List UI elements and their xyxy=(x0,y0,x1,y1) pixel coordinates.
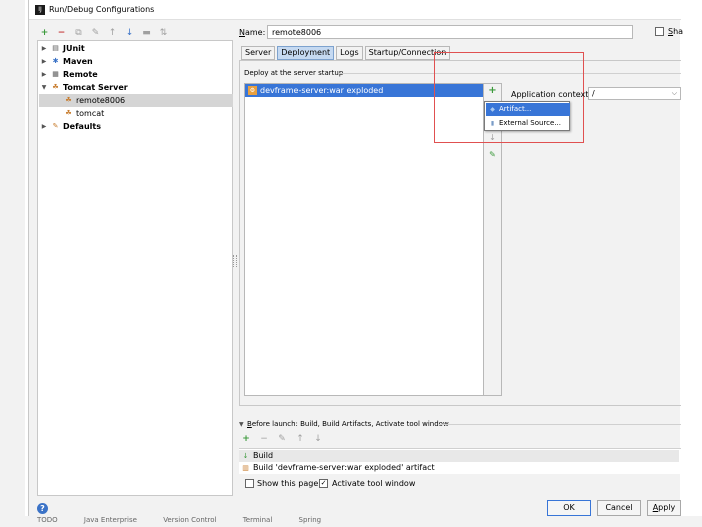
activate-tool-window-checkbox[interactable]: ✓ xyxy=(319,479,328,488)
add-deploy-popup: ◆ Artifact... ▮ External Source... xyxy=(484,101,570,131)
tree-item-label: remote8006 xyxy=(76,96,126,105)
apply-button[interactable]: Apply xyxy=(647,500,681,516)
sort-icon[interactable]: ⇅ xyxy=(158,28,169,38)
tree-item-label: JUnit xyxy=(63,44,85,53)
move-up-icon[interactable]: ↑ xyxy=(107,28,118,38)
tomcat-icon: ☘ xyxy=(65,109,72,117)
ide-background-strip xyxy=(0,0,25,527)
tree-item-tomcat[interactable]: ☘ tomcat xyxy=(64,107,104,120)
before-launch-item-build[interactable]: ↓ Build xyxy=(239,450,679,462)
ide-tab-terminal[interactable]: Terminal xyxy=(243,516,273,524)
tree-item-label: Defaults xyxy=(63,122,101,131)
panel-splitter[interactable] xyxy=(233,255,237,267)
move-down-icon[interactable]: ↓ xyxy=(124,28,135,38)
name-input[interactable] xyxy=(267,25,633,39)
intellij-icon: IJ xyxy=(35,5,45,15)
artifact-diamond-icon: ◆ xyxy=(490,106,495,113)
run-debug-dialog: IJ Run/Debug Configurations + − ⧉ ✎ ↑ ↓ … xyxy=(28,0,683,516)
ide-tab-version-control[interactable]: Version Control xyxy=(163,516,216,524)
share-checkbox[interactable] xyxy=(655,27,664,36)
help-icon[interactable]: ? xyxy=(37,503,48,514)
folder-icon[interactable]: ▬ xyxy=(141,28,152,38)
copy-config-icon[interactable]: ⧉ xyxy=(73,28,84,38)
tab-logs[interactable]: Logs xyxy=(336,46,363,60)
ide-bottom-toolbar: TODO Java Enterprise Version Control Ter… xyxy=(25,516,702,527)
edit-defaults-icon[interactable]: ✎ xyxy=(90,28,101,38)
artifact-build-icon: ▥ xyxy=(242,463,249,472)
tree-item-defaults[interactable]: ▶ ✎ Defaults xyxy=(40,120,101,133)
tab-server[interactable]: Server xyxy=(241,46,276,60)
tab-startup-connection[interactable]: Startup/Connection xyxy=(364,46,451,60)
application-context-select[interactable]: / ⌵ xyxy=(588,87,681,100)
title-bar[interactable]: IJ Run/Debug Configurations xyxy=(29,0,681,20)
chevron-down-icon: ⌵ xyxy=(671,89,677,97)
before-launch-list[interactable]: ↓ Build ▥ Build 'devframe-server:war exp… xyxy=(239,448,681,474)
build-icon: ↓ xyxy=(242,451,249,460)
ide-tab-java-enterprise[interactable]: Java Enterprise xyxy=(84,516,137,524)
activate-tool-window-label[interactable]: Activate tool window xyxy=(332,479,415,488)
deploy-item-artifact[interactable]: ⚙ devframe-server:war exploded xyxy=(245,84,483,97)
edit-task-icon[interactable]: ✎ xyxy=(277,434,287,444)
expand-arrow-icon[interactable]: ▶ xyxy=(40,68,48,81)
config-toolbar: + − ⧉ ✎ ↑ ↓ ▬ ⇅ xyxy=(39,26,169,40)
deploy-list[interactable]: ⚙ devframe-server:war exploded xyxy=(244,83,484,396)
tree-item-remote8006[interactable]: ☘ remote8006 xyxy=(39,94,233,107)
move-down-deploy-icon[interactable]: ↓ xyxy=(484,133,501,142)
tomcat-icon: ☘ xyxy=(52,83,59,91)
artifact-icon: ⚙ xyxy=(248,86,257,95)
before-launch-item-build-artifact[interactable]: ▥ Build 'devframe-server:war exploded' a… xyxy=(241,462,434,474)
window-title: Run/Debug Configurations xyxy=(49,5,155,14)
tree-item-label: Remote xyxy=(63,70,98,79)
deploy-item-label: devframe-server:war exploded xyxy=(260,86,384,95)
show-page-label[interactable]: Show this page xyxy=(257,479,318,488)
ide-tab-todo[interactable]: TODO xyxy=(37,516,58,524)
move-down-task-icon[interactable]: ↓ xyxy=(313,434,323,444)
remove-task-icon[interactable]: − xyxy=(259,434,269,444)
maven-icon: ✱ xyxy=(52,57,59,65)
external-source-icon: ▮ xyxy=(490,120,495,127)
tree-item-maven[interactable]: ▶ ✱ Maven xyxy=(40,55,93,68)
collapse-arrow-icon[interactable]: ▼ xyxy=(40,81,48,94)
edit-deploy-icon[interactable]: ✎ xyxy=(484,150,501,159)
move-up-task-icon[interactable]: ↑ xyxy=(295,434,305,444)
tomcat-icon: ☘ xyxy=(65,96,72,104)
section-divider xyxy=(439,424,681,425)
popup-item-external-source[interactable]: ▮ External Source... xyxy=(486,117,570,130)
remote-icon: ▦ xyxy=(52,70,59,78)
add-config-icon[interactable]: + xyxy=(39,28,50,38)
collapse-arrow-icon[interactable]: ▼ xyxy=(239,421,244,428)
tab-deployment[interactable]: Deployment xyxy=(277,46,335,60)
before-launch-toolbar: + − ✎ ↑ ↓ xyxy=(241,434,323,444)
section-divider xyxy=(339,73,681,74)
application-context-label: Application context: xyxy=(511,90,592,99)
tree-item-label: Maven xyxy=(63,57,93,66)
expand-arrow-icon[interactable]: ▶ xyxy=(40,42,48,55)
expand-arrow-icon[interactable]: ▶ xyxy=(40,120,48,133)
add-task-icon[interactable]: + xyxy=(241,434,251,444)
name-label: Name: xyxy=(239,28,266,37)
show-page-checkbox[interactable] xyxy=(245,479,254,488)
tree-item-junit[interactable]: ▶ ▤ JUnit xyxy=(40,42,85,55)
config-tabs: Server Deployment Logs Startup/Connectio… xyxy=(241,46,451,60)
deploy-section-label: Deploy at the server startup xyxy=(244,69,344,77)
config-tree[interactable]: ▶ ▤ JUnit ▶ ✱ Maven ▶ ▦ Remote ▼ ☘ Tomca… xyxy=(37,40,233,496)
tree-item-label: Tomcat Server xyxy=(63,83,128,92)
add-deploy-icon[interactable]: + xyxy=(484,85,501,96)
junit-icon: ▤ xyxy=(52,44,59,52)
share-label[interactable]: Sha xyxy=(668,27,683,36)
cancel-button[interactable]: Cancel xyxy=(597,500,641,516)
tree-item-label: tomcat xyxy=(76,109,105,118)
ok-button[interactable]: OK xyxy=(547,500,591,516)
popup-item-artifact[interactable]: ◆ Artifact... xyxy=(486,103,570,116)
before-launch-label[interactable]: Before launch: Build, Build Artifacts, A… xyxy=(247,420,449,428)
expand-arrow-icon[interactable]: ▶ xyxy=(40,55,48,68)
remove-config-icon[interactable]: − xyxy=(56,28,67,38)
tree-item-remote[interactable]: ▶ ▦ Remote xyxy=(40,68,98,81)
defaults-icon: ✎ xyxy=(52,122,59,130)
ide-tab-spring[interactable]: Spring xyxy=(299,516,322,524)
tree-item-tomcat-server[interactable]: ▼ ☘ Tomcat Server xyxy=(40,81,128,94)
